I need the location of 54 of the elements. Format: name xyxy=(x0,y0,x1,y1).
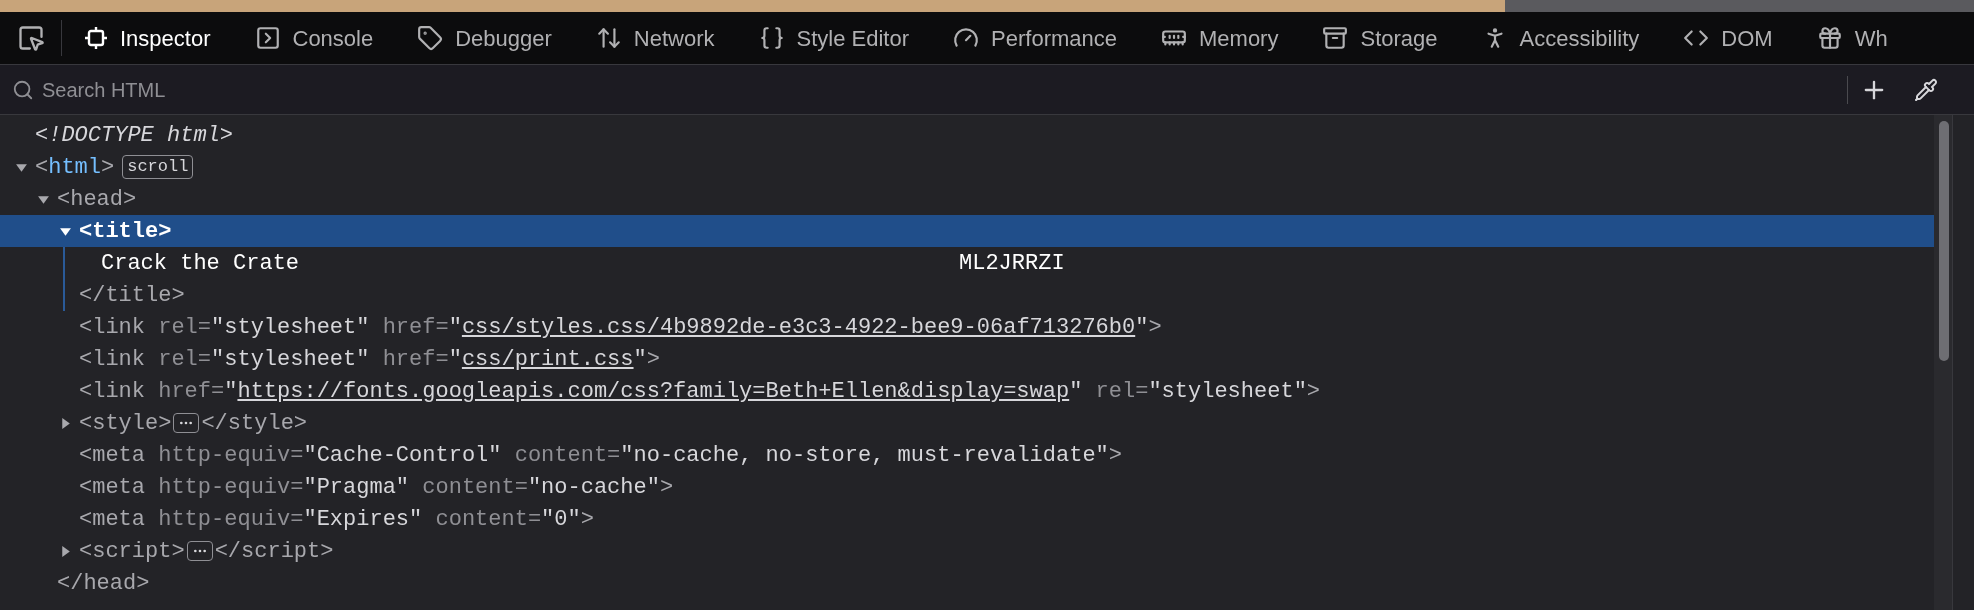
scroll-badge[interactable]: scroll xyxy=(122,155,194,179)
markup-text: <style> xyxy=(79,409,172,438)
triangle-icon[interactable] xyxy=(59,544,72,558)
devtools-tab[interactable]: Debugger xyxy=(395,12,574,64)
tag-icon xyxy=(417,25,444,51)
triangle-icon[interactable] xyxy=(59,416,72,430)
devtools-tab[interactable]: Wh xyxy=(1794,12,1910,64)
tree-row[interactable]: <style> </style> xyxy=(0,407,1934,439)
markup-text: <link rel="stylesheet" href="css/print.css"> xyxy=(79,345,660,374)
markup-text: <link rel="stylesheet" href="css/styles.css/4b9892de-e3c3-4922-bee9-06af713276b0"> xyxy=(79,313,1162,342)
tree-row[interactable]: <title> xyxy=(0,215,1934,247)
url-link[interactable]: css/print.css xyxy=(461,346,634,372)
doctype-text: <!DOCTYPE html> xyxy=(35,121,234,150)
gift-icon xyxy=(1816,25,1843,51)
markup-text: </head> xyxy=(57,569,150,598)
devtools-tab[interactable]: Performance xyxy=(931,12,1139,64)
eyedropper-icon xyxy=(1914,77,1938,102)
up-down-arrows-icon xyxy=(595,25,622,51)
ellipsis-icon[interactable] xyxy=(186,541,213,561)
devtools-tab[interactable]: Accessibility xyxy=(1459,12,1662,64)
ellipsis-icon[interactable] xyxy=(173,413,200,433)
braces-icon xyxy=(758,25,785,51)
markup-text: </title> xyxy=(79,281,185,310)
markup-text: <meta http-equiv="Pragma" content="no-cache"> xyxy=(79,473,674,502)
markup-text: <title> xyxy=(79,217,172,246)
devtools-tab[interactable]: Console xyxy=(232,12,396,64)
markup-text: <link href="https://fonts.googleapis.com/css?family=Beth+Ellen&display=swap" rel="stylesheet"> xyxy=(79,377,1321,406)
devtools-tab[interactable]: DOM xyxy=(1661,12,1795,64)
url-link[interactable]: https://fonts.googleapis.com/css?family=Beth+Ellen&display=swap xyxy=(237,378,1070,404)
text-label: ML2JRRZI xyxy=(959,249,1065,278)
devtools-tab[interactable]: Memory xyxy=(1139,12,1301,64)
devtools-tab[interactable]: Style Editor xyxy=(736,12,932,64)
tree-row[interactable]: <html> scroll xyxy=(0,151,1934,183)
markup-text: <meta http-equiv="Cache-Control" content="no-cache, no-store, must-revalidate"> xyxy=(79,441,1122,470)
storage-icon xyxy=(1322,25,1349,51)
markup-text: </script> xyxy=(214,537,334,566)
text-label: Crack the Crate xyxy=(101,249,301,278)
console-icon xyxy=(254,25,281,51)
markup-text: <html> xyxy=(35,153,115,182)
markup-text: </style> xyxy=(201,409,308,438)
markup-text: <script> xyxy=(79,537,185,566)
tree-row[interactable]: Crack the Crate ML2JRRZI xyxy=(0,247,1934,279)
tree-row[interactable]: <head> xyxy=(0,183,1934,215)
search-icon xyxy=(12,78,34,101)
devtools-tab[interactable]: Storage xyxy=(1300,12,1460,64)
markup-text: <meta http-equiv="Expires" content="0"> xyxy=(79,505,594,534)
scrollbar-thumb[interactable] xyxy=(1939,121,1949,361)
inspector-icon xyxy=(84,26,108,50)
url-link[interactable]: css/styles.css/4b9892de-e3c3-4922-bee9-06af713276b0 xyxy=(461,314,1136,340)
cursor-in-square-icon xyxy=(16,24,45,52)
markup-text: <head> xyxy=(57,185,137,214)
tree-row[interactable]: <script> </script> xyxy=(0,535,1934,567)
search-field[interactable]: Search HTML xyxy=(42,74,642,105)
devtools-tab[interactable]: Network xyxy=(573,12,737,64)
